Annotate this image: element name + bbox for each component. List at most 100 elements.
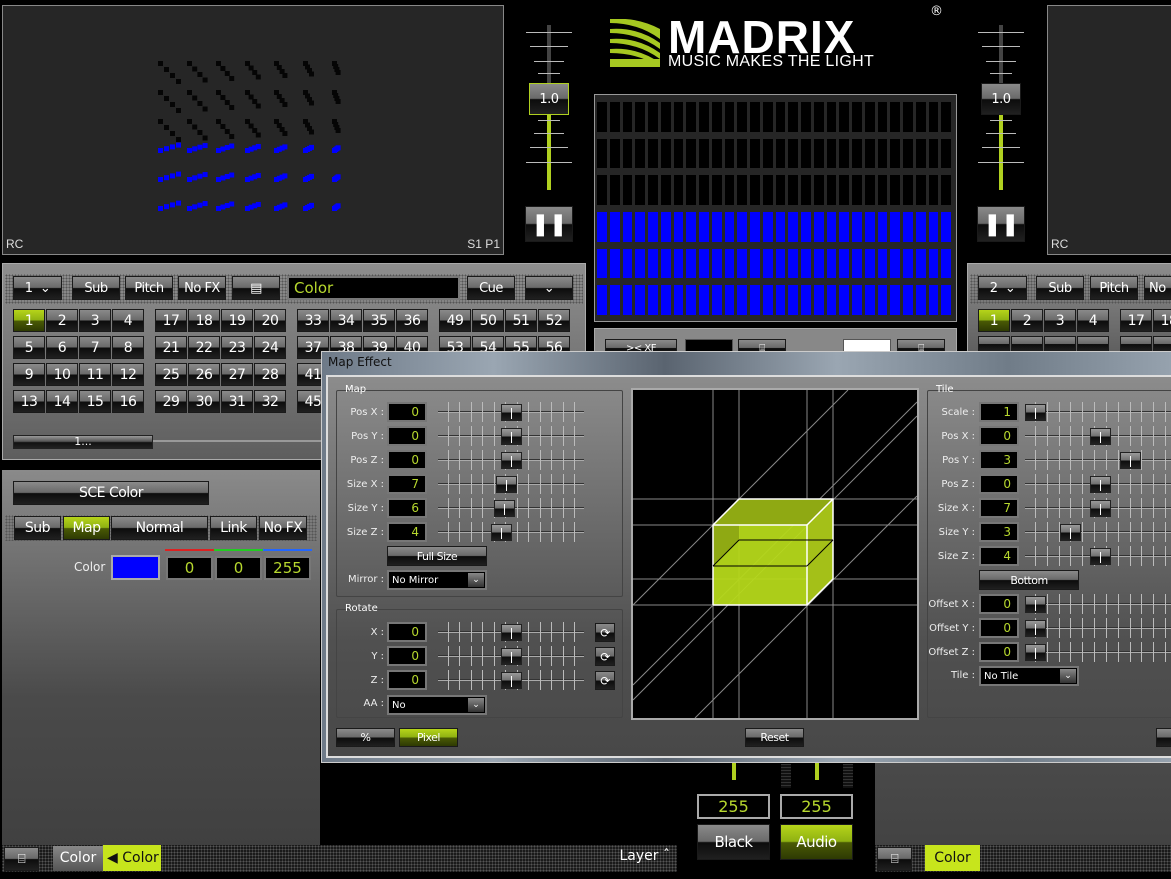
bottom-button[interactable]: Bottom [979,570,1079,590]
slider-knob[interactable] [1089,428,1111,445]
field-value[interactable]: 4 [979,546,1019,566]
storage-place-button[interactable]: 9 [13,363,45,386]
field-value[interactable]: 0 [979,594,1019,614]
storage-place-button[interactable]: 50 [472,309,504,332]
right-sub-button[interactable]: Sub [1036,276,1084,300]
field-slider[interactable] [438,426,584,446]
field-slider[interactable] [1025,642,1171,662]
storage-place-button[interactable]: 28 [254,363,286,386]
storage-place-button[interactable]: 29 [155,390,187,413]
storage-place-button[interactable]: 4 [112,309,144,332]
layer-sub-button[interactable]: Sub [14,516,61,540]
field-value[interactable]: 0 [979,618,1019,638]
slider-knob[interactable] [500,452,522,469]
slider-knob[interactable] [1120,452,1142,469]
right-preview[interactable]: RC [1047,5,1171,255]
field-slider[interactable] [438,522,584,542]
rotate-animate-button[interactable]: ⟳ [595,671,615,690]
field-value[interactable]: 0 [387,646,427,666]
field-value[interactable]: 0 [979,426,1019,446]
slider-knob[interactable] [1025,644,1046,661]
field-value[interactable]: 1 [979,402,1019,422]
field-slider[interactable] [1025,426,1171,446]
storage-place-button[interactable]: 3 [79,309,111,332]
output-preview[interactable] [594,94,957,322]
field-slider[interactable] [1025,594,1171,614]
audio-button[interactable]: Audio [780,824,853,860]
slider-knob[interactable] [500,648,522,665]
rotate-animate-button[interactable]: ⟳ [595,623,615,642]
storage-place-button[interactable] [1077,336,1109,352]
green-value[interactable]: 0 [215,556,262,580]
tile-mode-select[interactable]: No Tile ⌄ [979,666,1079,686]
slider-knob[interactable] [500,672,522,689]
effect-tab-color[interactable]: ◀ Color [103,845,161,871]
percent-button[interactable]: % [336,728,395,747]
storage-place-button[interactable]: 21 [155,336,187,359]
right-pause-button[interactable]: ❚❚ [977,206,1025,242]
storage-place-button[interactable]: 13 [13,390,45,413]
reset-button[interactable]: Reset [745,728,804,747]
storage-place-button[interactable] [978,336,1010,352]
full-size-button[interactable]: Full Size [387,546,487,566]
field-value[interactable]: 0 [387,450,427,470]
storage-place-button[interactable] [1120,336,1152,352]
slider-knob[interactable] [1025,620,1046,637]
field-value[interactable]: 3 [979,450,1019,470]
storage-place-button[interactable]: 14 [46,390,78,413]
field-slider[interactable] [438,498,584,518]
aa-select[interactable]: No ⌄ [387,695,487,715]
slider-knob[interactable] [500,428,522,445]
right-nofx-button[interactable]: No [1144,276,1171,300]
right-layer-mixer-button[interactable]: ⌸ [877,847,912,871]
page-scrollbar[interactable]: 1... [13,435,153,449]
field-value[interactable]: 6 [387,498,427,518]
left-pause-button[interactable]: ❚❚ [525,206,573,242]
left-layer-mixer-button[interactable]: ⌸ [4,847,39,871]
mirror-select[interactable]: No Mirror ⌄ [387,570,487,590]
storage-place-button[interactable]: 6 [46,336,78,359]
field-slider[interactable] [1025,546,1171,566]
pixel-button[interactable]: Pixel [399,728,458,747]
storage-place-button[interactable]: 5 [13,336,45,359]
master-right-value[interactable]: 255 [780,794,853,819]
storage-place-button[interactable]: 35 [363,309,395,332]
right-speed-value[interactable]: 1.0 [981,83,1021,115]
storage-place-button[interactable]: 3 [1044,309,1076,332]
left-preview[interactable]: RC S1 P1 [2,5,504,255]
layer-map-button[interactable]: Map [63,516,110,540]
right-effect-tab-color[interactable]: Color [925,845,980,871]
slider-knob[interactable] [495,476,517,493]
left-speed-fader[interactable]: 1.0 [525,25,575,195]
layer-mix-mode-button[interactable]: Normal [111,516,208,540]
storage-place-button[interactable]: 52 [538,309,570,332]
storage-place-button[interactable]: 1 [978,309,1010,332]
field-value[interactable]: 0 [979,642,1019,662]
storage-place-button[interactable]: 16 [112,390,144,413]
layer-nofx-button[interactable]: No FX [259,516,307,540]
storage-place-button[interactable]: 18 [188,309,220,332]
black-button[interactable]: Black [697,824,770,860]
field-value[interactable]: 3 [979,522,1019,542]
blue-value[interactable]: 255 [264,556,311,580]
left-pitch-button[interactable]: Pitch [125,276,173,300]
storage-place-button[interactable]: 10 [46,363,78,386]
slider-knob[interactable] [494,500,516,517]
field-value[interactable]: 0 [387,426,427,446]
storage-place-button[interactable] [1044,336,1076,352]
storage-place-button[interactable]: 36 [396,309,428,332]
left-nofx-button[interactable]: No FX [178,276,226,300]
slider-knob[interactable] [1089,476,1111,493]
speed-value[interactable]: 1.0 [529,83,569,115]
storage-place-button[interactable] [1153,336,1171,352]
slider-knob[interactable] [500,624,522,641]
storage-place-button[interactable]: 49 [439,309,471,332]
field-slider[interactable] [1025,498,1171,518]
left-description-field[interactable]: Color [287,276,460,300]
storage-place-button[interactable]: 32 [254,390,286,413]
storage-place-button[interactable]: 17 [155,309,187,332]
storage-place-button[interactable]: 19 [221,309,253,332]
storage-place-button[interactable]: 34 [330,309,362,332]
storage-place-button[interactable]: 30 [188,390,220,413]
left-storage-select[interactable]: 1 ⌄ [13,276,62,300]
